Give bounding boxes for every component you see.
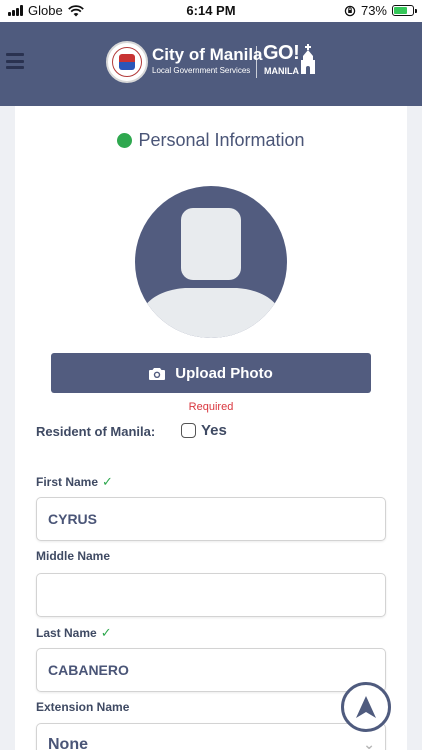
check-icon: ✓ xyxy=(100,625,112,640)
resident-label: Resident of Manila: xyxy=(36,424,156,439)
last-name-label-text: Last Name xyxy=(36,626,97,640)
section-title: Personal Information xyxy=(138,130,305,150)
middle-name-input[interactable] xyxy=(36,573,386,617)
orientation-lock-icon xyxy=(344,5,356,16)
profile-avatar-icon[interactable] xyxy=(135,186,287,338)
status-right: 73% xyxy=(344,3,417,18)
extension-name-label-text: Extension Name xyxy=(36,700,130,714)
navigate-up-button[interactable] xyxy=(341,682,391,732)
first-name-label-text: First Name xyxy=(36,475,99,489)
upload-photo-button[interactable]: Upload Photo xyxy=(51,353,371,393)
go-manila-sub: MANILA xyxy=(264,66,299,76)
last-name-input[interactable]: CABANERO xyxy=(36,648,386,692)
first-name-label: First Name ✓ xyxy=(36,474,113,490)
status-dot-icon xyxy=(117,133,133,148)
go-manila-logo: GO! xyxy=(263,42,300,64)
extension-name-label: Extension Name xyxy=(36,700,129,714)
battery-percent: 73% xyxy=(360,3,387,18)
app-header: City of Manila Local Government Services… xyxy=(0,22,422,106)
status-bar: Globe 6:14 PM 73% xyxy=(0,0,422,22)
extension-name-value: None xyxy=(48,736,88,750)
brand-subtitle: Local Government Services xyxy=(152,66,251,75)
city-seal-icon xyxy=(106,41,148,83)
checkbox-box[interactable] xyxy=(181,423,196,438)
church-icon xyxy=(301,44,315,74)
chevron-down-icon: ⌄ xyxy=(363,736,375,750)
first-name-input[interactable]: CYRUS xyxy=(36,497,386,541)
camera-icon xyxy=(149,367,166,380)
last-name-label: Last Name ✓ xyxy=(36,625,112,641)
check-icon: ✓ xyxy=(102,474,113,489)
resident-yes-checkbox[interactable]: Yes xyxy=(181,422,227,439)
first-name-value: CYRUS xyxy=(48,511,98,527)
upload-photo-label: Upload Photo xyxy=(175,364,273,382)
hamburger-icon[interactable] xyxy=(6,53,24,69)
battery-fill xyxy=(394,7,408,14)
middle-name-label-text: Middle Name xyxy=(36,549,111,563)
last-name-value: CABANERO xyxy=(48,662,129,678)
form-card: Personal Information Upload Photo Requir… xyxy=(15,106,407,750)
brand-divider xyxy=(256,46,257,78)
middle-name-label: Middle Name xyxy=(36,549,110,563)
section-header: Personal Information xyxy=(15,130,407,151)
extension-name-select[interactable]: None ⌄ xyxy=(36,723,386,750)
resident-yes-label: Yes xyxy=(201,422,227,439)
navigation-arrow-icon xyxy=(356,696,376,718)
required-hint: Required xyxy=(188,401,234,413)
battery-icon xyxy=(392,5,417,16)
brand-title: City of Manila xyxy=(152,45,263,64)
